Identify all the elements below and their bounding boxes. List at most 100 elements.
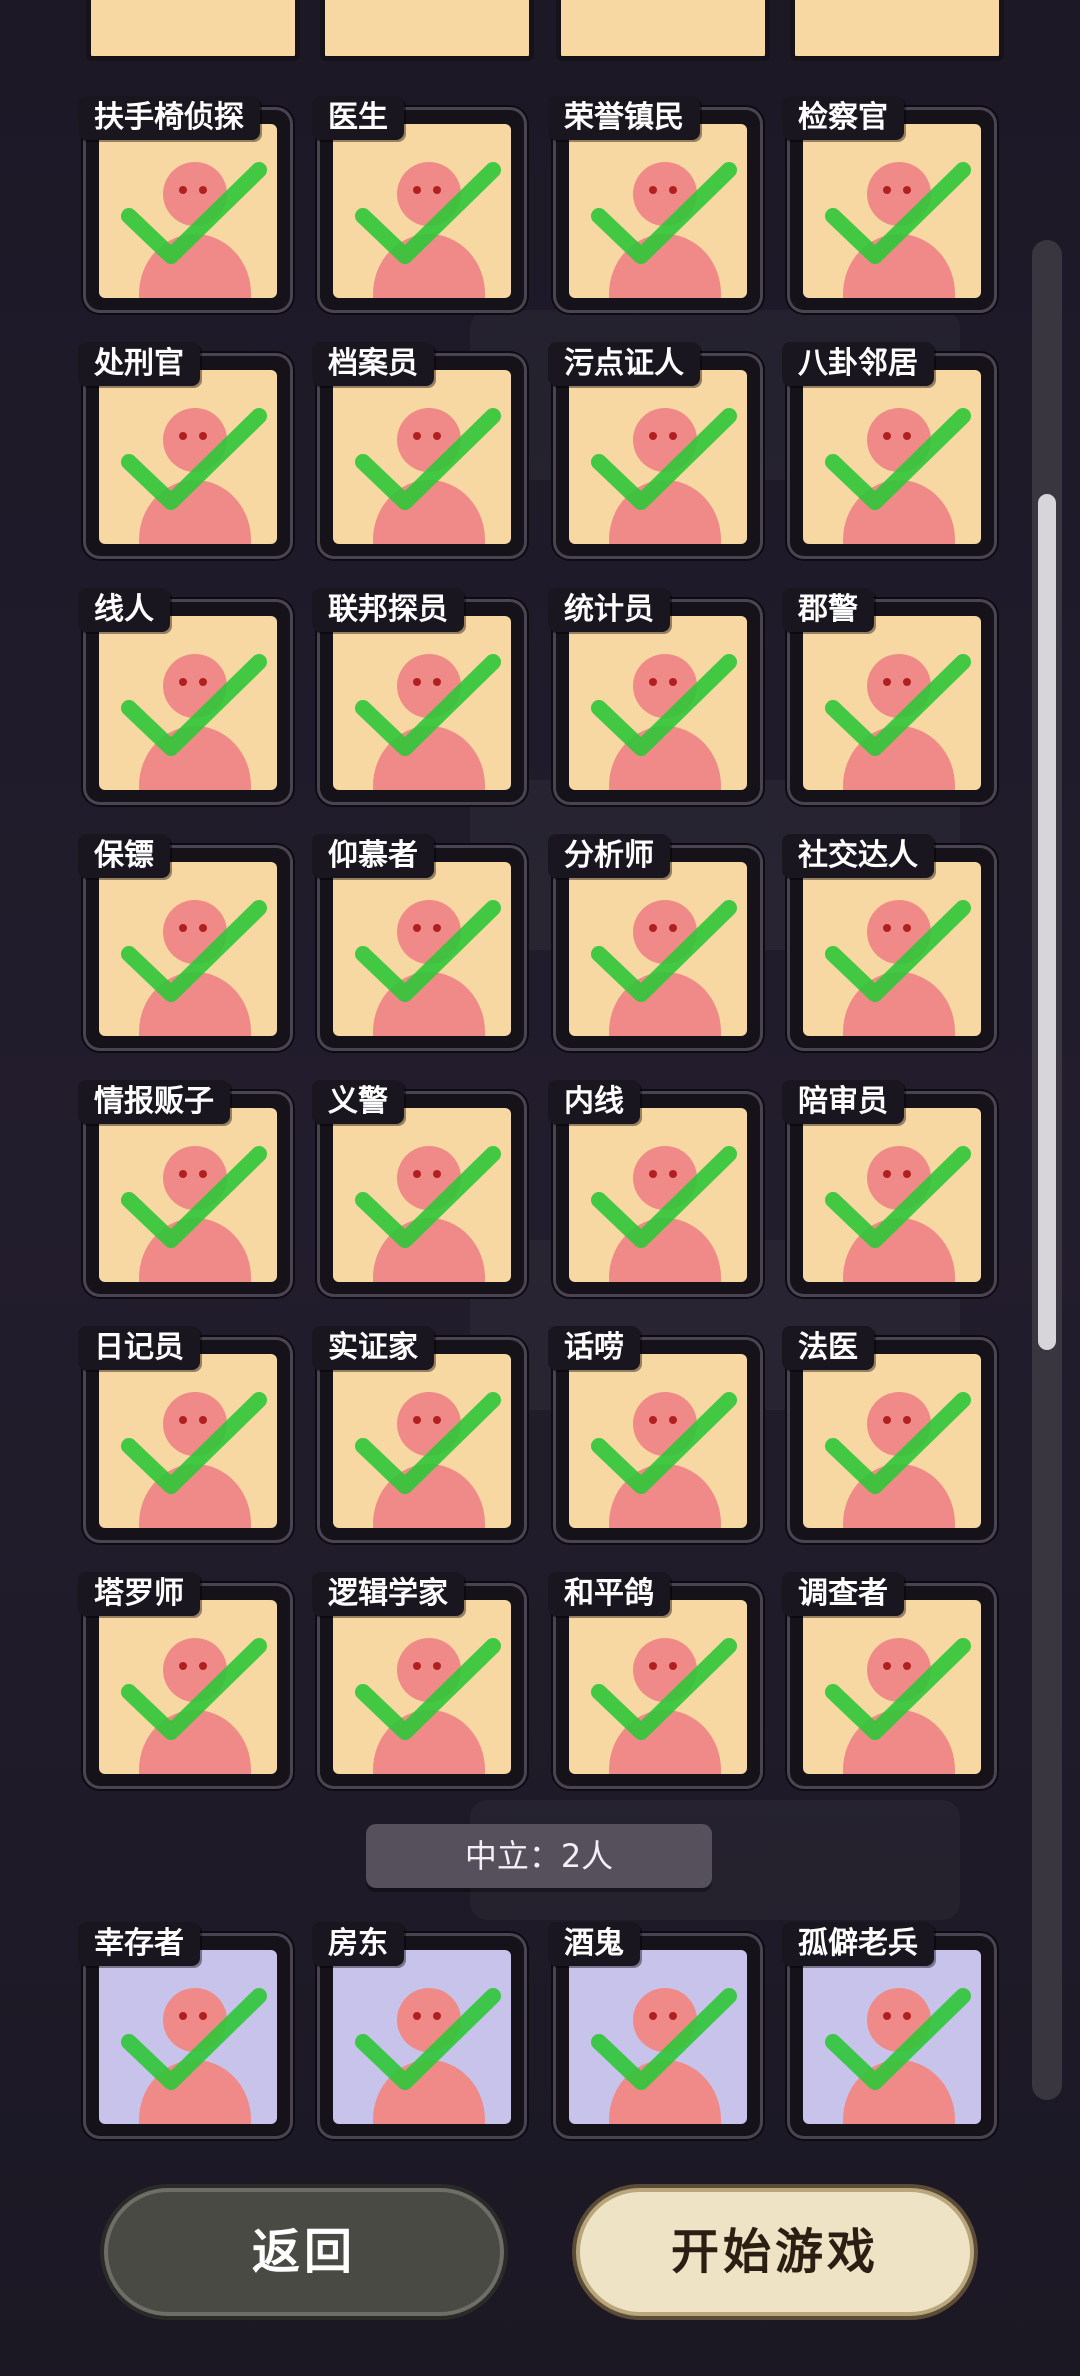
role-card[interactable]: 处刑官	[78, 342, 290, 556]
magnifier-icon	[825, 1638, 971, 1774]
role-picture	[99, 1950, 277, 2124]
role-card[interactable]: 检察官	[782, 96, 994, 310]
armchair-icon	[121, 162, 267, 298]
role-card[interactable]: 荣誉镇民	[548, 96, 760, 310]
role-card[interactable]: 仰慕者	[312, 834, 524, 1048]
role-name: 幸存者	[78, 1922, 200, 1966]
role-picture	[333, 1950, 511, 2124]
medal-icon	[591, 162, 737, 298]
role-name: 孤僻老兵	[782, 1922, 934, 1966]
role-card[interactable]: 话唠	[548, 1326, 760, 1540]
role-picture	[569, 862, 747, 1036]
mask-icon	[825, 1392, 971, 1528]
scrollbar-thumb[interactable]	[1038, 494, 1056, 1350]
role-card[interactable]: 八卦邻居	[782, 342, 994, 556]
card-fragment	[320, 0, 534, 61]
back-button[interactable]: 返回	[108, 2192, 500, 2312]
role-picture	[99, 1354, 277, 1528]
start-game-button[interactable]: 开始游戏	[580, 2192, 970, 2312]
role-card[interactable]: 情报贩子	[78, 1080, 290, 1294]
role-name: 联邦探员	[312, 588, 464, 632]
role-card[interactable]: 塔罗师	[78, 1572, 290, 1786]
role-card[interactable]: 调查者	[782, 1572, 994, 1786]
role-card[interactable]: 联邦探员	[312, 588, 524, 802]
role-name: 线人	[78, 588, 170, 632]
role-card[interactable]: 日记员	[78, 1326, 290, 1540]
card-fragment	[790, 0, 1004, 61]
role-picture	[569, 1108, 747, 1282]
role-picture	[803, 1354, 981, 1528]
role-name: 法医	[782, 1326, 874, 1370]
keys-icon	[355, 1988, 501, 2124]
drinking-icon	[591, 1988, 737, 2124]
role-name: 和平鸽	[548, 1572, 670, 1616]
pistol-icon	[355, 1146, 501, 1282]
role-picture	[333, 124, 511, 298]
role-card[interactable]: 分析师	[548, 834, 760, 1048]
role-picture	[569, 124, 747, 298]
role-card[interactable]: 房东	[312, 1922, 524, 2136]
role-card[interactable]: 污点证人	[548, 342, 760, 556]
role-picture	[99, 1600, 277, 1774]
role-card[interactable]: 档案员	[312, 342, 524, 556]
role-picture	[333, 370, 511, 544]
role-card[interactable]: 保镖	[78, 834, 290, 1048]
role-name: 郡警	[782, 588, 874, 632]
role-picture	[333, 1108, 511, 1282]
role-name: 陪审员	[782, 1080, 904, 1124]
role-name: 保镖	[78, 834, 170, 878]
badge-laurel-icon	[825, 162, 971, 298]
role-name: 房东	[312, 1922, 404, 1966]
dove-icon	[591, 1638, 737, 1774]
role-card[interactable]: 扶手椅侦探	[78, 96, 290, 310]
role-picture	[569, 1354, 747, 1528]
role-name: 扶手椅侦探	[78, 96, 260, 140]
role-card[interactable]: 实证家	[312, 1326, 524, 1540]
role-picture	[333, 862, 511, 1036]
role-picture	[99, 862, 277, 1036]
locked-diary-icon	[121, 1392, 267, 1528]
role-card[interactable]: 逻辑学家	[312, 1572, 524, 1786]
role-card[interactable]: 医生	[312, 96, 524, 310]
vest-icon	[121, 1988, 267, 2124]
role-card[interactable]: 法医	[782, 1326, 994, 1540]
whisper-hand-icon	[121, 1146, 267, 1282]
head-plus-icon	[355, 1392, 501, 1528]
role-card[interactable]: 孤僻老兵	[782, 1922, 994, 2136]
role-name: 医生	[312, 96, 404, 140]
role-card[interactable]: 统计员	[548, 588, 760, 802]
role-picture	[333, 1354, 511, 1528]
role-card[interactable]: 幸存者	[78, 1922, 290, 2136]
envelope-x-icon	[591, 1146, 737, 1282]
role-card[interactable]: 郡警	[782, 588, 994, 802]
role-card[interactable]: 义警	[312, 1080, 524, 1294]
formula-icon	[355, 1638, 501, 1774]
pointing-icon	[121, 654, 267, 790]
role-picture	[333, 616, 511, 790]
role-card[interactable]: 和平鸽	[548, 1572, 760, 1786]
role-card[interactable]: 酒鬼	[548, 1922, 760, 2136]
card-fragment	[86, 0, 300, 61]
role-picture	[803, 616, 981, 790]
role-card[interactable]: 社交达人	[782, 834, 994, 1048]
fbi-icon	[355, 654, 501, 790]
role-name: 义警	[312, 1080, 404, 1124]
role-name: 检察官	[782, 96, 904, 140]
role-name: 话唠	[548, 1326, 640, 1370]
role-picture	[569, 370, 747, 544]
role-name: 内线	[548, 1080, 640, 1124]
sheriff-star-icon	[825, 654, 971, 790]
role-card[interactable]: 内线	[548, 1080, 760, 1294]
rifle-icon	[825, 1988, 971, 2124]
role-name: 社交达人	[782, 834, 934, 878]
role-card[interactable]: 陪审员	[782, 1080, 994, 1294]
roses-icon	[355, 900, 501, 1036]
role-picture	[569, 1600, 747, 1774]
role-picture	[803, 1950, 981, 2124]
role-name: 日记员	[78, 1326, 200, 1370]
card-fragment	[556, 0, 770, 61]
role-name: 统计员	[548, 588, 670, 632]
role-card[interactable]: 线人	[78, 588, 290, 802]
role-name: 档案员	[312, 342, 434, 386]
role-name: 八卦邻居	[782, 342, 934, 386]
